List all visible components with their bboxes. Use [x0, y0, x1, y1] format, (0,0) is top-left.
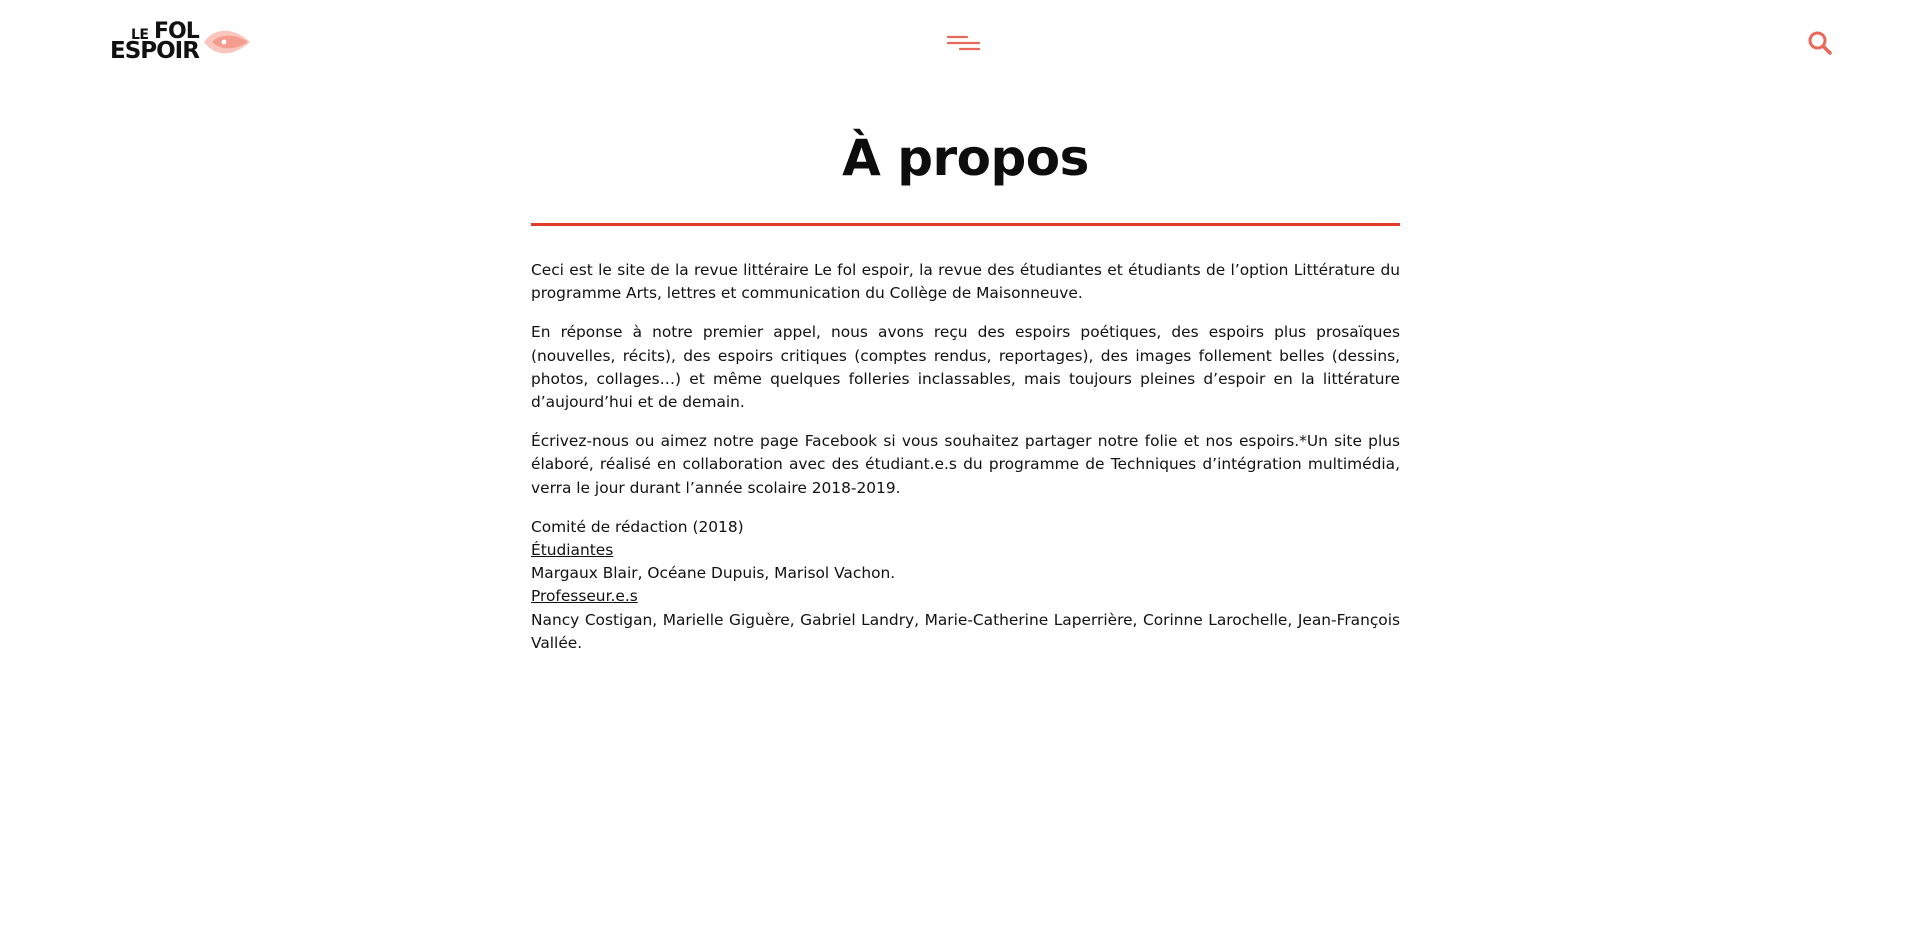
editorial-committee: Comité de rédaction (2018) Étudiantes Ma…	[531, 516, 1400, 655]
title-divider	[531, 223, 1400, 226]
site-logo[interactable]: LE FOL ESPOIR	[110, 20, 250, 64]
search-icon	[1808, 31, 1832, 55]
teachers-link[interactable]: Professeur.e.s	[531, 587, 638, 605]
site-header: LE FOL ESPOIR	[0, 0, 1920, 90]
hamburger-menu-button[interactable]	[946, 30, 981, 58]
search-button[interactable]	[1806, 29, 1834, 57]
teachers-names: Nancy Costigan, Marielle Giguère, Gabrie…	[531, 610, 1400, 652]
committee-heading: Comité de rédaction (2018)	[531, 517, 744, 536]
about-paragraph-intro: Ceci est le site de la revue littéraire …	[531, 261, 1400, 303]
students-names: Margaux Blair, Océane Dupuis, Marisol Va…	[531, 564, 896, 583]
logo-mark-icon	[204, 30, 250, 54]
hamburger-menu-icon	[946, 35, 981, 51]
about-paragraph-submissions: En réponse à notre premier appel, nous a…	[531, 323, 1400, 412]
about-paragraph-contact: Écrivez-nous ou aimez notre page Faceboo…	[531, 432, 1400, 497]
about-text: Ceci est le site de la revue littéraire …	[531, 259, 1400, 655]
main-content: À propos Ceci est le site de la revue li…	[531, 120, 1400, 655]
logo-espoir-text: ESPOIR	[110, 38, 200, 64]
page-title: À propos	[842, 129, 1089, 187]
students-link[interactable]: Étudiantes	[531, 541, 613, 559]
